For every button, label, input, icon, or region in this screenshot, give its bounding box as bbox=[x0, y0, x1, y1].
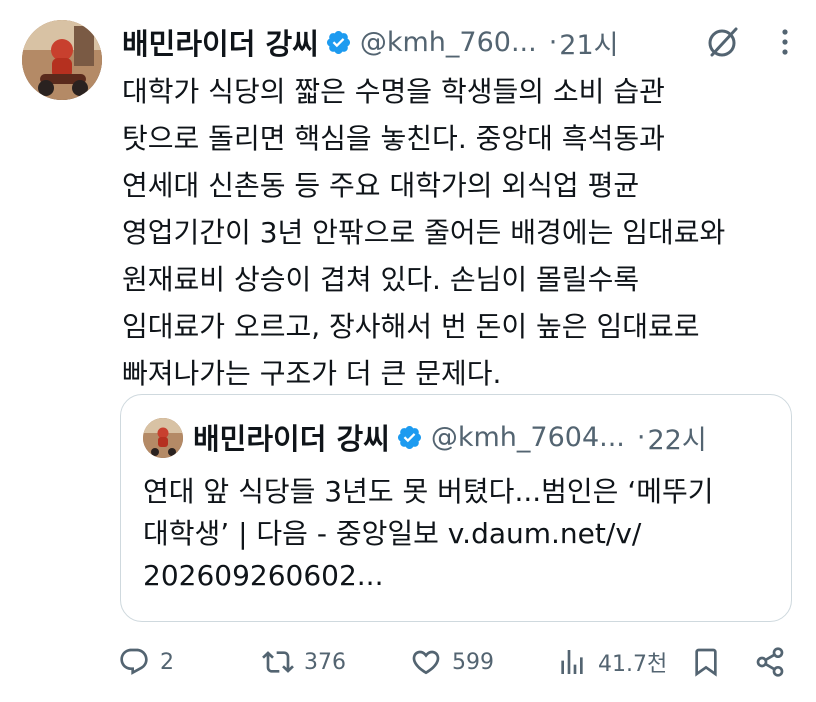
share-icon bbox=[756, 647, 784, 677]
author-name[interactable]: 배민라이더 강씨 bbox=[122, 21, 319, 63]
bookmark-icon bbox=[695, 648, 717, 677]
tweet-body-text: 대학가 식당의 짧은 수명을 학생들의 소비 습관 탓으로 돌리면 핵심을 놓친… bbox=[122, 75, 726, 390]
quoted-separator-dot: · bbox=[636, 421, 646, 453]
author-handle[interactable]: @kmh_760... bbox=[360, 27, 537, 58]
repost-count: 376 bbox=[304, 649, 346, 675]
tweet-action-bar: 2 376 599 41.7천 bbox=[118, 640, 794, 684]
verified-badge-icon bbox=[397, 425, 421, 449]
views-button[interactable]: 41.7천 bbox=[556, 640, 667, 684]
reply-count: 2 bbox=[160, 649, 174, 675]
reply-button[interactable]: 2 bbox=[118, 640, 174, 684]
quoted-author-name: 배민라이더 강씨 bbox=[193, 422, 390, 456]
quoted-avatar-image bbox=[143, 418, 183, 458]
tweet-header: 배민라이더 강씨 @kmh_760... · 21시 bbox=[122, 20, 800, 64]
avatar-image bbox=[22, 20, 102, 100]
grok-icon[interactable] bbox=[704, 23, 742, 61]
heart-icon bbox=[412, 650, 440, 675]
share-button[interactable] bbox=[754, 640, 786, 684]
bookmark-button[interactable] bbox=[690, 640, 722, 684]
quoted-tweet-text: 연대 앞 식당들 3년도 못 버텼다...범인은 ‘메뚜기 대학생’ | 다음 … bbox=[143, 475, 714, 592]
repost-button[interactable]: 376 bbox=[262, 640, 346, 684]
repost-icon bbox=[262, 651, 294, 673]
more-dots-icon[interactable] bbox=[778, 26, 792, 58]
quoted-tweet-time: 22시 bbox=[647, 424, 707, 456]
quoted-author-avatar bbox=[143, 418, 183, 458]
quoted-author-handle: @kmh_7604... bbox=[430, 421, 625, 453]
separator-dot: · bbox=[548, 26, 558, 58]
tweet-time[interactable]: 21시 bbox=[559, 23, 618, 62]
author-avatar[interactable] bbox=[22, 20, 102, 100]
like-button[interactable]: 599 bbox=[410, 640, 494, 684]
views-count: 41.7천 bbox=[598, 652, 668, 677]
reply-icon bbox=[120, 648, 148, 675]
like-count: 599 bbox=[452, 649, 494, 675]
verified-badge-icon bbox=[326, 30, 350, 54]
views-chart-icon bbox=[561, 650, 583, 674]
quoted-tweet-card[interactable]: 배민라이더 강씨 @kmh_7604... · 22시 연대 앞 식당들 3년도… bbox=[120, 394, 792, 622]
quoted-tweet-header: 배민라이더 강씨 @kmh_7604... · 22시 bbox=[193, 415, 779, 459]
